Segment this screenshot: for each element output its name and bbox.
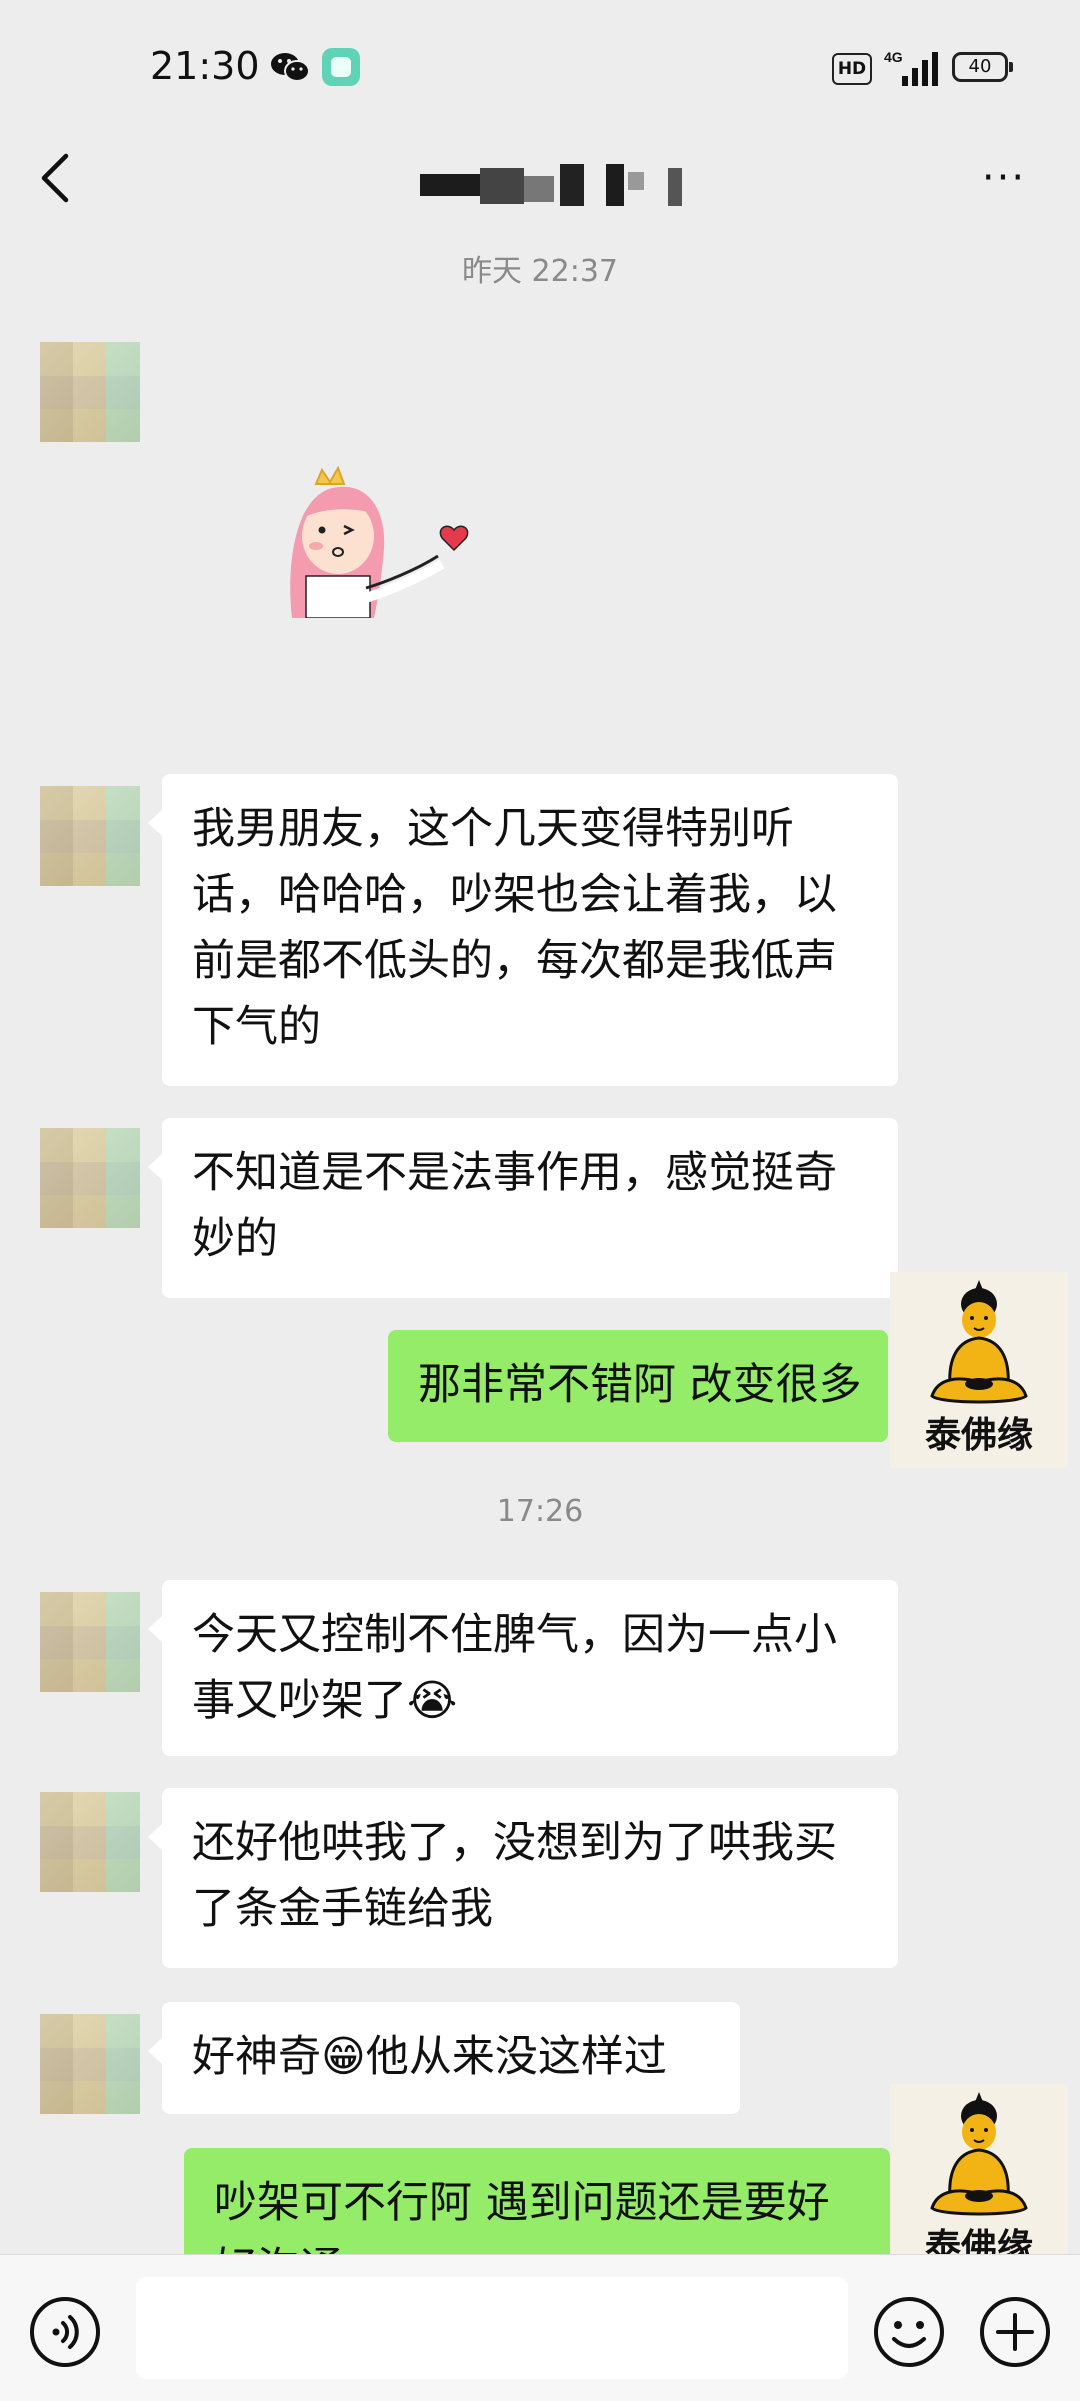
contact-avatar[interactable]: [40, 1592, 140, 1692]
chat-input-bar: [0, 2254, 1080, 2401]
message-bubble-incoming[interactable]: 还好他哄我了，没想到为了哄我买了条金手链给我: [148, 1788, 898, 1968]
contact-avatar[interactable]: [40, 786, 140, 886]
buddha-icon: [930, 2092, 1028, 2216]
chat-header: ···: [0, 120, 1080, 240]
timestamp-label: 昨天 22:37: [462, 254, 618, 289]
status-time: 21:30: [150, 44, 260, 88]
buddha-icon: [930, 1280, 1028, 1404]
message-bubble-incoming[interactable]: 不知道是不是法事作用，感觉挺奇妙的: [148, 1118, 898, 1298]
chevron-left-icon[interactable]: [36, 150, 76, 206]
message-bubble-incoming[interactable]: 我男朋友，这个几天变得特别听话，哈哈哈，吵架也会让着我，以前是都不低头的，每次都…: [148, 774, 898, 1086]
message-bubble-incoming[interactable]: 好神奇😁他从来没这样过: [148, 2002, 740, 2114]
girl-blowing-kiss-sticker[interactable]: [286, 458, 486, 618]
message-bubble-incoming[interactable]: 今天又控制不住脾气，因为一点小事又吵架了😭: [148, 1580, 898, 1756]
watermark-text: 泰佛缘: [924, 1415, 1033, 1456]
plus-icon[interactable]: [978, 2295, 1052, 2369]
chat-title-redacted: [420, 162, 690, 210]
more-dots-icon[interactable]: ···: [976, 158, 1032, 198]
timestamp-label: 17:26: [496, 1494, 584, 1529]
network-label: 4G: [884, 49, 903, 65]
contact-avatar[interactable]: [40, 2014, 140, 2114]
message-bubble-outgoing[interactable]: 那非常不错阿 改变很多: [388, 1330, 888, 1442]
contact-avatar[interactable]: [40, 1128, 140, 1228]
battery-indicator: 40: [952, 52, 1013, 82]
wechat-icon: [271, 53, 310, 82]
contact-avatar[interactable]: [40, 342, 140, 442]
emoji-icon[interactable]: [872, 2295, 946, 2369]
hd-badge: HD: [832, 53, 872, 85]
watermark-buddha: 泰佛缘: [890, 1272, 1068, 1468]
status-bar: 21:30 HD 4G 40: [0, 0, 1080, 140]
signal-icon: 4G: [884, 49, 938, 86]
contact-avatar[interactable]: [40, 1792, 140, 1892]
app-notification-icon: [322, 48, 360, 86]
voice-icon[interactable]: [28, 2295, 102, 2369]
watermark-buddha: 泰佛缘: [890, 2084, 1068, 2280]
message-input[interactable]: [136, 2277, 848, 2379]
